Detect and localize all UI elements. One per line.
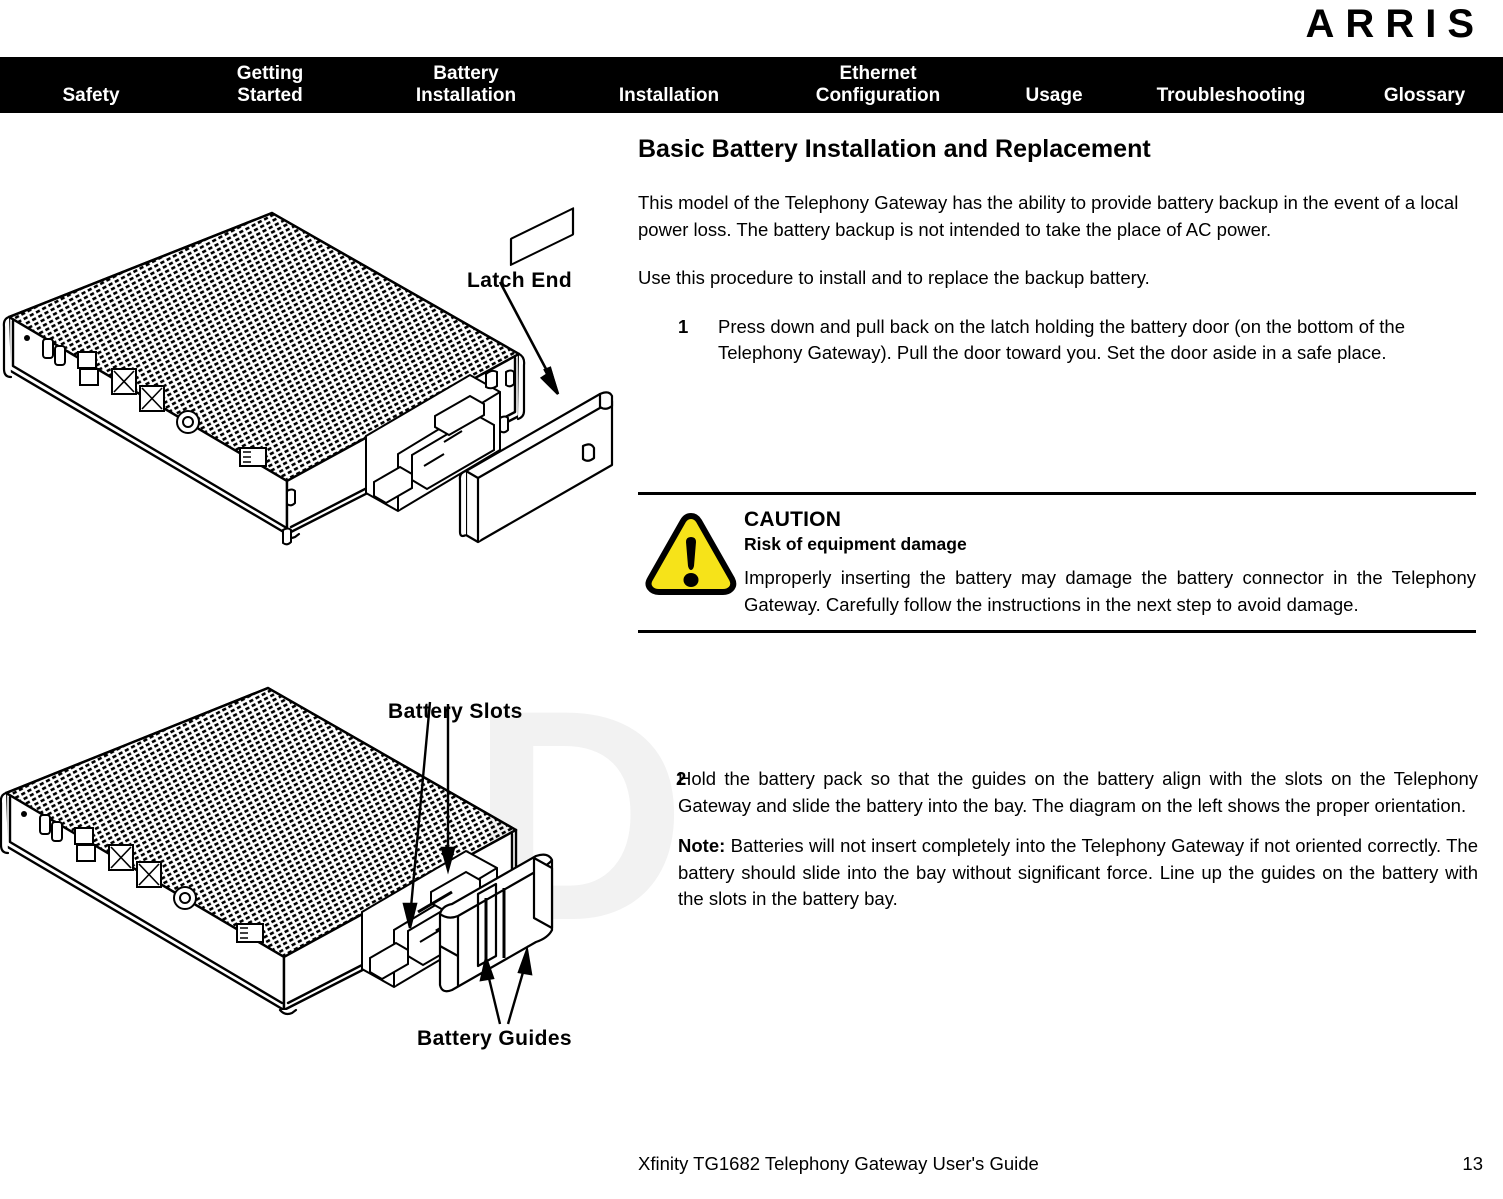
caution-subtitle: Risk of equipment damage [744, 534, 967, 554]
note-text: Batteries will not insert completely int… [678, 835, 1479, 909]
footer-document-title: Xfinity TG1682 Telephony Gateway User's … [638, 1153, 1039, 1174]
page-title: Basic Battery Installation and Replaceme… [638, 135, 1151, 163]
step-2-number: 2 [676, 768, 687, 789]
warning-triangle-icon [638, 505, 744, 595]
callout-battery-slots: Battery Slots [388, 700, 523, 723]
footer-page-number: 13 [1462, 1153, 1483, 1174]
nav-item-installation[interactable]: Installation [574, 85, 764, 107]
caution-body-text: Improperly inserting the battery may dam… [744, 567, 1476, 615]
nav-item-ethernet-configuration[interactable]: Ethernet Configuration [764, 63, 992, 107]
callout-battery-guides: Battery Guides [417, 1027, 572, 1050]
callout-latch-end: Latch End [467, 269, 573, 292]
note-paragraph: Note: Batteries will not insert complete… [638, 833, 1478, 913]
arris-logo: ARRIS [1305, 2, 1485, 46]
nav-item-troubleshooting[interactable]: Troubleshooting [1116, 85, 1346, 107]
step-2-text: Hold the battery pack so that the guides… [678, 768, 1478, 816]
telephony-gateway-battery-insertion-diagram [0, 680, 625, 1070]
page-footer: Xfinity TG1682 Telephony Gateway User's … [638, 1152, 1483, 1176]
caution-title: CAUTION [744, 508, 842, 531]
nav-item-getting-started[interactable]: Getting Started [182, 63, 358, 107]
procedure-step-2-block: 2 Hold the battery pack so that the guid… [638, 766, 1478, 913]
procedure-step-1: 1 Press down and pull back on the latch … [638, 314, 1476, 367]
main-content: Basic Battery Installation and Replaceme… [638, 134, 1476, 383]
step-1-text: Press down and pull back on the latch ho… [718, 315, 1405, 364]
nav-item-safety[interactable]: Safety [0, 85, 182, 107]
nav-item-battery-installation[interactable]: Battery Installation [358, 63, 574, 107]
nav-item-glossary[interactable]: Glossary [1346, 85, 1503, 107]
step-1-number: 1 [678, 315, 689, 337]
chapter-navigation-bar: Safety Getting Started Battery Installat… [0, 57, 1503, 113]
telephony-gateway-battery-door-removal-diagram [0, 200, 625, 600]
procedure-step-2: 2 Hold the battery pack so that the guid… [638, 766, 1478, 819]
caution-bottom-divider [638, 630, 1476, 633]
intro-paragraph: This model of the Telephony Gateway has … [638, 192, 1459, 240]
procedure-lead-paragraph: Use this procedure to install and to rep… [638, 267, 1150, 288]
note-label: Note: [678, 835, 726, 856]
nav-item-usage[interactable]: Usage [992, 85, 1116, 107]
caution-callout-box: CAUTION Risk of equipment damage Imprope… [638, 492, 1476, 633]
